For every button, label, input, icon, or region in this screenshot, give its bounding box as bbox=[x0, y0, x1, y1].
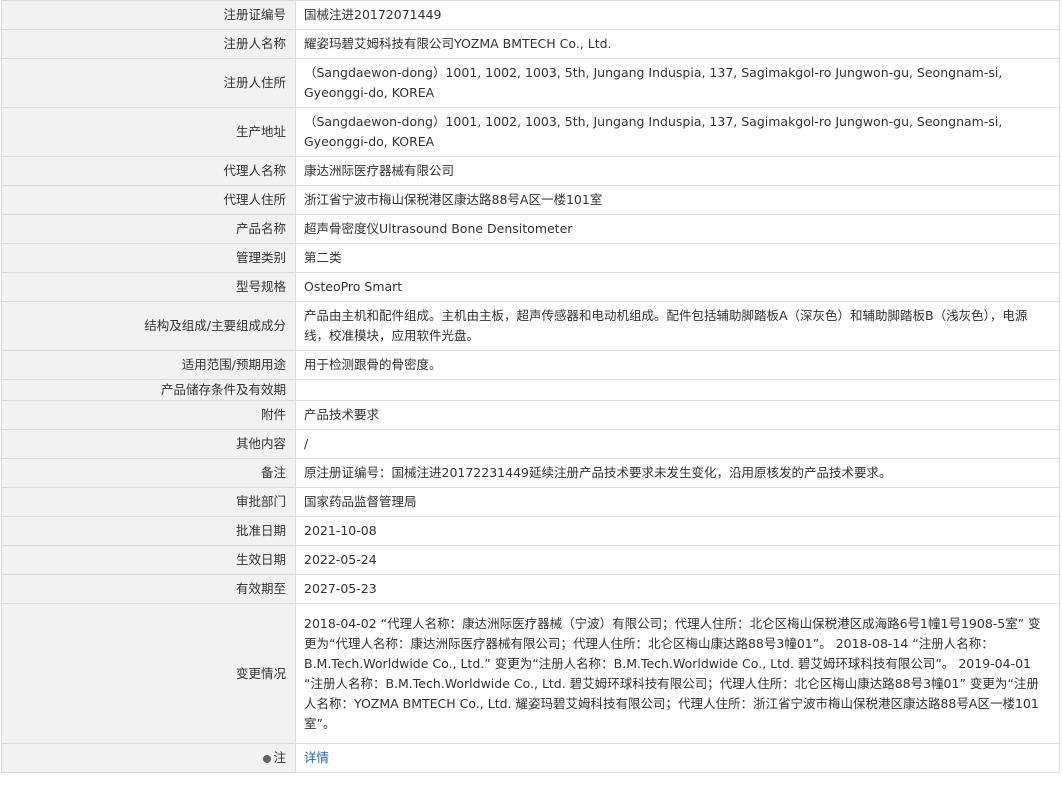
table-row: 代理人住所 浙江省宁波市梅山保税港区康达路88号A区一楼101室 bbox=[1, 185, 1060, 215]
row-label: 产品储存条件及有效期 bbox=[1, 379, 296, 401]
table-row: 其他内容 / bbox=[1, 429, 1060, 459]
row-value: 2021-10-08 bbox=[295, 516, 1060, 546]
table-row: 备注 原注册证编号：国械注进20172231449延续注册产品技术要求未发生变化… bbox=[1, 458, 1060, 488]
row-label: 变更情况 bbox=[1, 603, 296, 744]
row-value: 2027-05-23 bbox=[295, 574, 1060, 604]
row-value: 超声骨密度仪Ultrasound Bone Densitometer bbox=[295, 214, 1060, 244]
row-label: 生产地址 bbox=[1, 107, 296, 157]
table-row: 有效期至 2027-05-23 bbox=[1, 574, 1060, 604]
row-value: 康达洲际医疗器械有限公司 bbox=[295, 156, 1060, 186]
row-value: 产品由主机和配件组成。主机由主板，超声传感器和电动机组成。配件包括辅助脚踏板A（… bbox=[295, 301, 1060, 351]
row-value: （Sangdaewon-dong）1001, 1002, 1003, 5th, … bbox=[295, 107, 1060, 157]
table-row: 审批部门 国家药品监督管理局 bbox=[1, 487, 1060, 517]
table-row: 生产地址 （Sangdaewon-dong）1001, 1002, 1003, … bbox=[1, 107, 1060, 157]
row-label: 审批部门 bbox=[1, 487, 296, 517]
table-row: 生效日期 2022-05-24 bbox=[1, 545, 1060, 575]
row-value bbox=[295, 379, 1060, 401]
row-value: 耀姿玛碧艾姆科技有限公司YOZMA BMTECH Co., Ltd. bbox=[295, 29, 1060, 59]
row-value: 产品技术要求 bbox=[295, 400, 1060, 430]
row-value: 原注册证编号：国械注进20172231449延续注册产品技术要求未发生变化，沿用… bbox=[295, 458, 1060, 488]
table-row: 产品名称 超声骨密度仪Ultrasound Bone Densitometer bbox=[1, 214, 1060, 244]
table-row: 注册人名称 耀姿玛碧艾姆科技有限公司YOZMA BMTECH Co., Ltd. bbox=[1, 29, 1060, 59]
row-label: 注册人住所 bbox=[1, 58, 296, 108]
row-label: 型号规格 bbox=[1, 272, 296, 302]
row-label: 产品名称 bbox=[1, 214, 296, 244]
row-label: 注册人名称 bbox=[1, 29, 296, 59]
row-label: 注册证编号 bbox=[1, 0, 296, 30]
row-value: 国械注进20172071449 bbox=[295, 0, 1060, 30]
row-label: 管理类别 bbox=[1, 243, 296, 273]
row-value: OsteoPro Smart bbox=[295, 272, 1060, 302]
change-history-value: 2018-04-02 “代理人名称：康达洲际医疗器械（宁波）有限公司；代理人住所… bbox=[295, 603, 1060, 744]
table-row: 批准日期 2021-10-08 bbox=[1, 516, 1060, 546]
row-label: 代理人名称 bbox=[1, 156, 296, 186]
row-label: 代理人住所 bbox=[1, 185, 296, 215]
table-row: 注册证编号 国械注进20172071449 bbox=[1, 0, 1060, 30]
table-row: 注 详情 bbox=[1, 743, 1060, 773]
row-value: 国家药品监督管理局 bbox=[295, 487, 1060, 517]
registration-detail-table: 注册证编号 国械注进20172071449 注册人名称 耀姿玛碧艾姆科技有限公司… bbox=[1, 0, 1060, 773]
table-row: 管理类别 第二类 bbox=[1, 243, 1060, 273]
row-label: 其他内容 bbox=[1, 429, 296, 459]
table-row: 附件 产品技术要求 bbox=[1, 400, 1060, 430]
table-row: 产品储存条件及有效期 bbox=[1, 379, 1060, 401]
table-row: 注册人住所 （Sangdaewon-dong）1001, 1002, 1003,… bbox=[1, 58, 1060, 108]
row-label: 结构及组成/主要组成成分 bbox=[1, 301, 296, 351]
row-label: 附件 bbox=[1, 400, 296, 430]
details-link[interactable]: 详情 bbox=[304, 750, 329, 765]
row-label: 生效日期 bbox=[1, 545, 296, 575]
table-row: 代理人名称 康达洲际医疗器械有限公司 bbox=[1, 156, 1060, 186]
row-value: 用于检测跟骨的骨密度。 bbox=[295, 350, 1060, 380]
row-label: 有效期至 bbox=[1, 574, 296, 604]
row-label: 适用范围/预期用途 bbox=[1, 350, 296, 380]
table-row: 适用范围/预期用途 用于检测跟骨的骨密度。 bbox=[1, 350, 1060, 380]
note-value: 详情 bbox=[295, 743, 1060, 773]
table-row: 变更情况 2018-04-02 “代理人名称：康达洲际医疗器械（宁波）有限公司；… bbox=[1, 603, 1060, 744]
row-value: 2022-05-24 bbox=[295, 545, 1060, 575]
row-value: 浙江省宁波市梅山保税港区康达路88号A区一楼101室 bbox=[295, 185, 1060, 215]
table-row: 型号规格 OsteoPro Smart bbox=[1, 272, 1060, 302]
note-label-cell: 注 bbox=[1, 743, 296, 773]
table-row: 结构及组成/主要组成成分 产品由主机和配件组成。主机由主板，超声传感器和电动机组… bbox=[1, 301, 1060, 351]
row-value: 第二类 bbox=[295, 243, 1060, 273]
lightbulb-icon bbox=[263, 754, 272, 763]
note-label: 注 bbox=[273, 750, 286, 765]
row-value: （Sangdaewon-dong）1001, 1002, 1003, 5th, … bbox=[295, 58, 1060, 108]
row-value: / bbox=[295, 429, 1060, 459]
row-label: 备注 bbox=[1, 458, 296, 488]
row-label: 批准日期 bbox=[1, 516, 296, 546]
